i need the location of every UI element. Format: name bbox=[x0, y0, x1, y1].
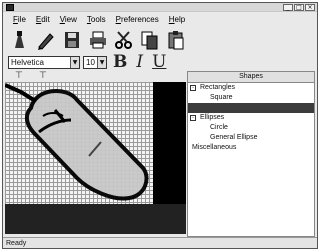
menu-bar: File Edit View Tools Preferences Help bbox=[3, 13, 317, 25]
italic-button[interactable]: I bbox=[133, 54, 146, 71]
main-toolbar bbox=[3, 27, 317, 53]
menu-preferences[interactable]: Preferences bbox=[111, 15, 164, 24]
chevron-down-icon: ▼ bbox=[97, 56, 106, 68]
tree-item-square[interactable]: Square bbox=[188, 93, 314, 103]
font-family-select[interactable]: Helvetica ▼ bbox=[8, 55, 80, 69]
underline-button[interactable]: U bbox=[149, 54, 169, 71]
tree-item-label: Circle bbox=[210, 124, 228, 131]
status-bar: Ready bbox=[3, 237, 317, 248]
pencil-icon bbox=[38, 33, 54, 50]
save-button[interactable] bbox=[61, 29, 83, 51]
tree-item-miscellaneous[interactable]: Miscellaneous bbox=[188, 143, 314, 153]
copy-icon bbox=[141, 31, 158, 50]
drawing-canvas[interactable] bbox=[5, 82, 186, 204]
close-button[interactable]: × bbox=[305, 4, 315, 11]
copy-button[interactable] bbox=[139, 29, 161, 51]
tree-item-label: Ellipses bbox=[200, 114, 225, 121]
menu-tools[interactable]: Tools bbox=[82, 15, 111, 24]
application-window: _ □ × File Edit View Tools Preferences H… bbox=[2, 2, 318, 249]
format-toolbar: Helvetica ▼ 10 ▼ B I U bbox=[3, 54, 317, 71]
chevron-down-icon: ▼ bbox=[70, 56, 79, 68]
menu-edit[interactable]: Edit bbox=[31, 15, 55, 24]
scissors-icon bbox=[115, 31, 132, 49]
cut-button[interactable] bbox=[113, 29, 135, 51]
ruler-marker[interactable]: ⊤ bbox=[15, 71, 23, 81]
menu-file[interactable]: File bbox=[8, 15, 31, 24]
ruler: ⊤ ⊤ bbox=[3, 71, 186, 81]
minimize-button[interactable]: _ bbox=[283, 4, 293, 11]
maximize-button[interactable]: □ bbox=[294, 4, 304, 11]
font-size-select[interactable]: 10 ▼ bbox=[83, 55, 107, 69]
app-icon bbox=[6, 4, 14, 11]
mouse-drawing bbox=[5, 83, 149, 201]
tree-item-general-ellipse[interactable]: General Ellipse bbox=[188, 133, 314, 143]
font-size-value: 10 bbox=[86, 57, 95, 67]
paste-icon bbox=[168, 31, 184, 50]
bold-button[interactable]: B bbox=[110, 54, 130, 71]
title-bar: _ □ × bbox=[3, 3, 317, 12]
pencil-tool-button[interactable] bbox=[35, 29, 57, 51]
tree-item-label: Miscellaneous bbox=[192, 144, 237, 151]
collapse-toggle[interactable]: - bbox=[190, 85, 196, 91]
tree-item-label: Rectangles bbox=[200, 84, 236, 91]
status-text: Ready bbox=[6, 240, 27, 247]
pen-tool-button[interactable] bbox=[9, 29, 31, 51]
paste-button[interactable] bbox=[165, 29, 187, 51]
tree-item-label: Square bbox=[210, 94, 233, 101]
tree-item-rectangles[interactable]: - Rectangles bbox=[188, 83, 314, 93]
canvas-bottom-area bbox=[5, 204, 186, 234]
tree-item-selected[interactable] bbox=[188, 103, 314, 113]
tree-item-label: General Ellipse bbox=[210, 134, 258, 141]
tree-item-ellipses[interactable]: - Ellipses bbox=[188, 113, 314, 123]
tree-item-circle[interactable]: Circle bbox=[188, 123, 314, 133]
shapes-panel: Shapes - Rectangles Square - Ellipses Ci… bbox=[187, 71, 315, 237]
print-button[interactable] bbox=[87, 29, 109, 51]
print-icon bbox=[90, 31, 106, 49]
pixel-grid[interactable] bbox=[5, 82, 153, 204]
shapes-panel-title: Shapes bbox=[188, 72, 314, 83]
save-icon bbox=[65, 32, 79, 48]
shapes-tree: - Rectangles Square - Ellipses Circle Ge… bbox=[188, 83, 314, 153]
menu-view[interactable]: View bbox=[55, 15, 82, 24]
ruler-marker[interactable]: ⊤ bbox=[39, 71, 47, 81]
collapse-toggle[interactable]: - bbox=[190, 115, 196, 121]
menu-help[interactable]: Help bbox=[164, 15, 190, 24]
window-controls: _ □ × bbox=[283, 4, 315, 11]
font-family-value: Helvetica bbox=[11, 57, 44, 67]
pen-icon bbox=[15, 31, 24, 48]
